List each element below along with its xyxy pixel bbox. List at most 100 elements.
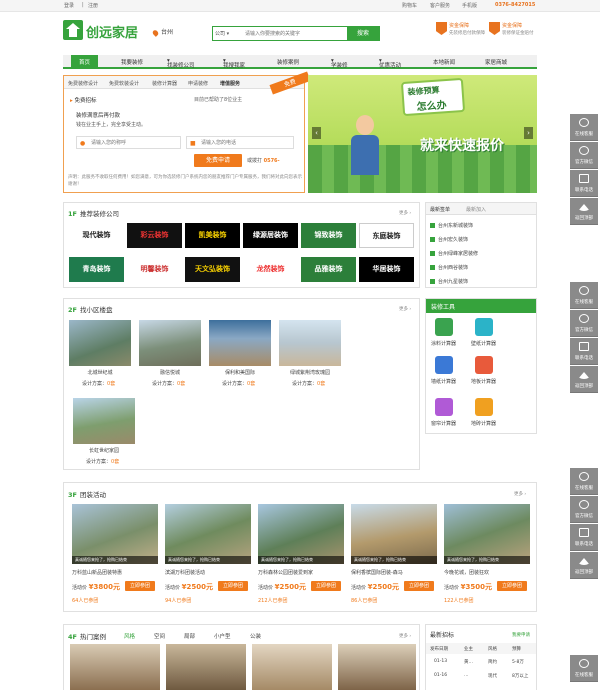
estate-name[interactable]: 融信悦城 <box>139 369 201 376</box>
cart-link[interactable]: 购物车 <box>402 2 417 9</box>
nav-mall[interactable]: 家居商城 <box>485 58 507 66</box>
mobile-link[interactable]: 手机版 <box>462 2 477 9</box>
tab-style[interactable]: 风格 <box>124 632 135 640</box>
list-item[interactable]: 台州西谷装饰 <box>430 264 468 271</box>
tab-small-unit[interactable]: 小户型 <box>214 632 231 640</box>
tab-latest-sign[interactable]: 最新签单 <box>430 206 450 213</box>
name-input[interactable] <box>91 139 179 147</box>
search-category[interactable]: 公司 ▾ <box>215 30 229 37</box>
wallpaper-calculator-icon[interactable] <box>475 318 493 336</box>
group-name[interactable]: 万科森林公园团装爱到家 <box>258 569 313 576</box>
tool-label[interactable]: 地砖计算器 <box>471 420 496 427</box>
join-button[interactable]: 立即参团 <box>497 581 527 591</box>
list-item[interactable]: 台州绿峰家居装修 <box>430 250 478 257</box>
more-link[interactable]: 更多 › <box>399 306 411 312</box>
list-item[interactable]: 台州宏久装饰 <box>430 236 468 243</box>
join-button[interactable]: 立即参团 <box>125 581 155 591</box>
more-link[interactable]: 更多 › <box>399 633 411 639</box>
nav-my-home[interactable]: 我搜我家 ▾ <box>223 58 245 69</box>
register-link[interactable]: 注册 <box>88 2 98 9</box>
case-photo[interactable] <box>166 644 246 690</box>
side-online-service[interactable]: 在线客服 <box>570 282 598 309</box>
side-back-top[interactable]: 返回顶部 <box>570 366 598 393</box>
estate-name[interactable]: 保利和美国际 <box>209 369 271 376</box>
tab-space[interactable]: 空间 <box>154 632 165 640</box>
list-item[interactable]: 台州东新城装饰 <box>430 222 473 229</box>
service-link[interactable]: 客户服务 <box>430 2 450 9</box>
estate-name[interactable]: 长虹世纪家园 <box>73 447 135 454</box>
apply-link[interactable]: 我要申请 <box>512 632 530 638</box>
group-photo[interactable]: 真诚随您来抢了，抢购已结束 <box>258 504 344 564</box>
estate-photo[interactable] <box>69 320 131 366</box>
company-logo[interactable]: 现代装饰 <box>69 223 124 248</box>
side-back-top[interactable]: 返回顶部 <box>570 552 598 579</box>
group-photo[interactable]: 真诚随您来抢了，抢购已结束 <box>165 504 251 564</box>
estate-photo[interactable] <box>139 320 201 366</box>
group-photo[interactable]: 真诚随您来抢了，抢购已结束 <box>444 504 530 564</box>
estate-name[interactable]: 绿城紫荆湾玫瑰园 <box>279 369 341 376</box>
more-link[interactable]: 更多 › <box>514 491 526 497</box>
side-back-top[interactable]: 返回顶部 <box>570 198 598 225</box>
tab-value-added[interactable]: 增值服务 <box>220 80 240 87</box>
estate-photo[interactable] <box>73 398 135 444</box>
case-photo[interactable] <box>70 644 160 690</box>
case-photo[interactable] <box>338 644 416 690</box>
group-name[interactable]: 万科蓝山新品团装特惠 <box>72 569 122 576</box>
group-name[interactable]: 今晚花城，团装狂欢 <box>444 569 489 576</box>
group-name[interactable]: 滨湖万科团装活动 <box>165 569 205 576</box>
side-phone[interactable]: 联系电话 <box>570 524 598 551</box>
estate-name[interactable]: 北城世纪城 <box>69 369 131 376</box>
company-logo[interactable]: 天文弘装饰 <box>185 257 240 282</box>
company-logo[interactable]: 彩云装饰 <box>127 223 182 248</box>
list-item[interactable]: 台州九星装饰 <box>430 278 468 285</box>
side-online-service[interactable]: 在线客服 <box>570 114 598 141</box>
tab-soft-design[interactable]: 免费软装设计 <box>109 80 139 87</box>
company-logo[interactable]: 东庭装饰 <box>359 223 414 248</box>
tab-public[interactable]: 公装 <box>250 632 261 640</box>
nav-find-company[interactable]: 找装修公司 ▾ <box>167 58 195 69</box>
city-selector[interactable]: 台州 <box>151 27 173 37</box>
case-photo[interactable] <box>252 644 332 690</box>
tab-calculator[interactable]: 装修计算器 <box>152 80 177 87</box>
estate-photo[interactable] <box>279 320 341 366</box>
next-arrow-icon[interactable]: › <box>524 127 533 139</box>
group-photo[interactable]: 真诚随您来抢了，抢购已结束 <box>72 504 158 564</box>
prev-arrow-icon[interactable]: ‹ <box>312 127 321 139</box>
side-online-service[interactable]: 在线客服 <box>570 655 598 682</box>
company-logo[interactable]: 锦致装饰 <box>301 223 356 248</box>
paint-calculator-icon[interactable] <box>435 318 453 336</box>
hero-banner[interactable]: 装修预算 怎么办 就来快速报价 ‹ › <box>308 75 537 193</box>
submit-button[interactable]: 免费申请 <box>194 154 242 167</box>
phone-input[interactable] <box>201 139 291 147</box>
curtain-calculator-icon[interactable] <box>435 398 453 416</box>
company-logo[interactable]: 龙然装饰 <box>243 257 298 282</box>
nav-local-news[interactable]: 本地新闻 <box>433 58 455 66</box>
side-wechat[interactable]: 官方微信 <box>570 142 598 169</box>
side-phone[interactable]: 联系电话 <box>570 170 598 197</box>
tab-partial[interactable]: 局部 <box>184 632 195 640</box>
join-button[interactable]: 立即参团 <box>218 581 248 591</box>
tab-apply[interactable]: 申请装修 <box>188 80 208 87</box>
tool-label[interactable]: 涂料计算器 <box>431 340 456 347</box>
phone-field[interactable]: ■ <box>186 136 294 149</box>
company-logo[interactable]: 华居装饰 <box>359 257 414 282</box>
tab-free-design[interactable]: 免费装修设计 <box>68 80 98 87</box>
tool-label[interactable]: 地板计算器 <box>471 378 496 385</box>
logo[interactable]: 创远家居 <box>63 20 143 44</box>
nav-learn[interactable]: 学装修 ▾ <box>331 58 348 69</box>
tile-calculator-icon[interactable] <box>475 398 493 416</box>
tool-label[interactable]: 窗帘计算器 <box>431 420 456 427</box>
company-logo[interactable]: 品雅装饰 <box>301 257 356 282</box>
company-logo[interactable]: 凯美装饰 <box>185 223 240 248</box>
search-button[interactable]: 搜索 <box>347 27 379 40</box>
tool-label[interactable]: 墙纸计算器 <box>431 378 456 385</box>
nav-deals[interactable]: 优惠活动 ▾ <box>379 58 401 69</box>
join-button[interactable]: 立即参团 <box>311 581 341 591</box>
side-phone[interactable]: 联系电话 <box>570 338 598 365</box>
join-button[interactable]: 立即参团 <box>404 581 434 591</box>
name-field[interactable]: ● <box>76 136 181 149</box>
company-logo[interactable]: 青岛装饰 <box>69 257 124 282</box>
nav-home[interactable]: 首页 <box>71 55 99 69</box>
tool-label[interactable]: 壁纸计算器 <box>471 340 496 347</box>
wallcloth-calculator-icon[interactable] <box>435 356 453 374</box>
